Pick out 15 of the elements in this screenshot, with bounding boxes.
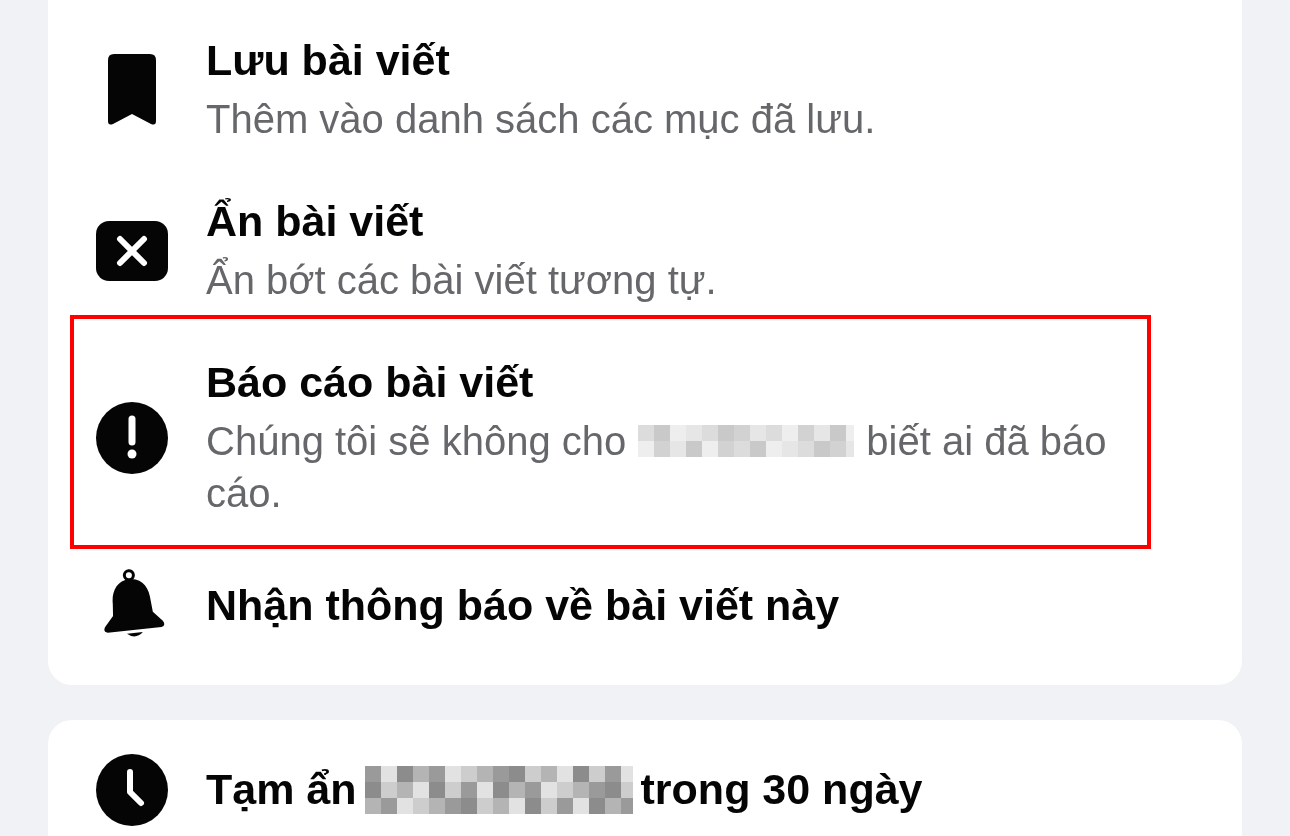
menu-item-description: cáo. xyxy=(206,470,282,517)
menu-item-title[interactable]: Lưu bài viết xyxy=(206,34,450,86)
menu-item-title[interactable]: Tạm ẩn xyxy=(206,763,357,816)
close-square-icon xyxy=(96,220,168,281)
menu-item-title[interactable]: Nhận thông báo về bài viết này xyxy=(206,579,840,631)
menu-item-title[interactable]: trong 30 ngày xyxy=(640,763,923,816)
clock-icon xyxy=(96,754,168,826)
menu-item-description: Ẩn bớt các bài viết tương tự. xyxy=(206,256,717,304)
exclamation-circle-icon xyxy=(96,401,168,474)
menu-item-title[interactable]: Ẩn bài viết xyxy=(206,195,424,247)
bookmark-icon xyxy=(108,53,156,126)
menu-item-title[interactable]: Báo cáo bài viết xyxy=(206,356,534,408)
menu-item-description: Thêm vào danh sách các mục đã lưu. xyxy=(206,96,876,143)
menu-item-description: biết ai đã báo xyxy=(866,418,1107,465)
menu-item-description: Chúng tôi sẽ không cho xyxy=(206,418,627,465)
